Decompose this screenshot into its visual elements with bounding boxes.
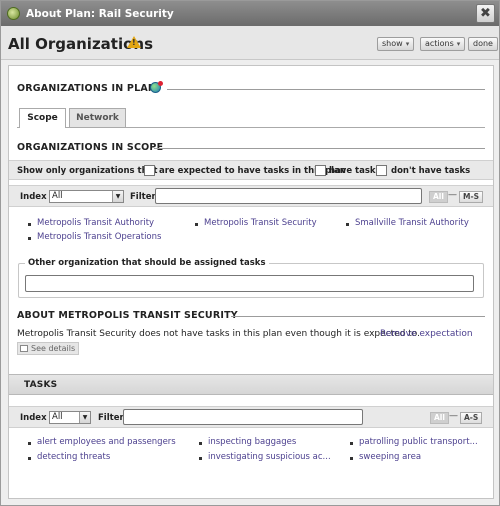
task-link[interactable]: detecting threats	[37, 452, 110, 462]
range-all-button[interactable]: All	[429, 191, 448, 203]
app-logo-icon	[7, 7, 20, 20]
chevron-down-icon: ▼	[79, 412, 90, 423]
no-tasks-label: don't have tasks	[391, 166, 471, 176]
details-icon	[20, 345, 28, 352]
task-link[interactable]: patrolling public transport...	[359, 437, 478, 447]
about-message: Metropolis Transit Security does not hav…	[17, 329, 420, 339]
about-plan-window: About Plan: Rail Security ✖ All Organiza…	[0, 0, 500, 506]
have-tasks-checkbox[interactable]	[315, 165, 326, 176]
actions-menu-button[interactable]: actions ▾	[420, 37, 466, 51]
other-org-fieldset: Other organization that should be assign…	[18, 258, 484, 298]
tasks-index-bar: Index All ▼ Filter: All — A-S	[9, 406, 493, 428]
globe-icon[interactable]	[150, 81, 163, 93]
chevron-down-icon: ▼	[112, 191, 123, 202]
done-button[interactable]: done	[468, 37, 498, 51]
other-org-legend: Other organization that should be assign…	[25, 258, 269, 268]
filter-prefix-label: Show only organizations that	[17, 166, 158, 176]
section-divider	[167, 89, 485, 90]
org-link[interactable]: Metropolis Transit Security	[204, 218, 317, 228]
orgs-in-plan-heading: ORGANIZATIONS IN PLAN	[17, 83, 157, 94]
list-bullet	[195, 223, 198, 226]
have-tasks-label: have tasks	[329, 166, 381, 176]
list-bullet	[350, 457, 353, 460]
remove-expectation-link[interactable]: Remove expectation	[380, 329, 473, 339]
tasks-filter-input[interactable]	[123, 409, 363, 425]
scope-filter-bar: Show only organizations that are expecte…	[9, 160, 493, 180]
expected-tasks-checkbox[interactable]	[144, 165, 155, 176]
list-bullet	[28, 457, 31, 460]
no-tasks-checkbox[interactable]	[376, 165, 387, 176]
section-divider	[154, 148, 485, 149]
other-org-input[interactable]	[25, 275, 474, 292]
range-separator: —	[449, 411, 458, 421]
about-heading: ABOUT METROPOLIS TRANSIT SECURITY	[17, 310, 238, 321]
page-header: All Organizations ! show ▾ actions ▾ done	[1, 26, 499, 60]
list-bullet	[199, 457, 202, 460]
section-divider	[231, 316, 485, 317]
list-bullet	[346, 223, 349, 226]
range-all-button[interactable]: All	[430, 412, 449, 424]
orgs-in-scope-heading: ORGANIZATIONS IN SCOPE	[17, 142, 164, 153]
index-label: Index	[20, 413, 47, 423]
list-bullet	[28, 237, 31, 240]
org-link[interactable]: Metropolis Transit Authority	[37, 218, 154, 228]
list-bullet	[28, 223, 31, 226]
range-separator: —	[448, 190, 457, 200]
window-title-bar[interactable]: About Plan: Rail Security ✖	[1, 1, 499, 26]
org-link[interactable]: Smallville Transit Authority	[355, 218, 469, 228]
tasks-heading: TASKS	[24, 380, 58, 390]
warning-icon: !	[127, 36, 141, 48]
task-link[interactable]: investigating suspicious ac...	[208, 452, 331, 462]
list-bullet	[199, 442, 202, 445]
main-panel: ORGANIZATIONS IN PLAN Scope Network ORGA…	[8, 65, 494, 499]
range-letters-button[interactable]: M-S	[459, 191, 483, 203]
task-link[interactable]: sweeping area	[359, 452, 421, 462]
org-link[interactable]: Metropolis Transit Operations	[37, 232, 161, 242]
task-link[interactable]: inspecting baggages	[208, 437, 296, 447]
range-letters-button[interactable]: A-S	[460, 412, 483, 424]
tasks-header-bar: TASKS	[9, 374, 493, 395]
scope-filter-input[interactable]	[155, 188, 422, 204]
scope-index-bar: Index All ▼ Filter: All — M-S	[9, 185, 493, 207]
close-icon[interactable]: ✖	[476, 4, 495, 23]
tasks-index-select[interactable]: All ▼	[49, 411, 91, 424]
list-bullet	[28, 442, 31, 445]
show-menu-button[interactable]: show ▾	[377, 37, 415, 51]
window-title: About Plan: Rail Security	[26, 7, 174, 20]
index-select[interactable]: All ▼	[49, 190, 124, 203]
tab-scope[interactable]: Scope	[19, 108, 66, 128]
tab-network[interactable]: Network	[69, 108, 126, 127]
task-link[interactable]: alert employees and passengers	[37, 437, 176, 447]
list-bullet	[350, 442, 353, 445]
index-label: Index	[20, 192, 47, 202]
see-details-button[interactable]: See details	[17, 342, 80, 355]
